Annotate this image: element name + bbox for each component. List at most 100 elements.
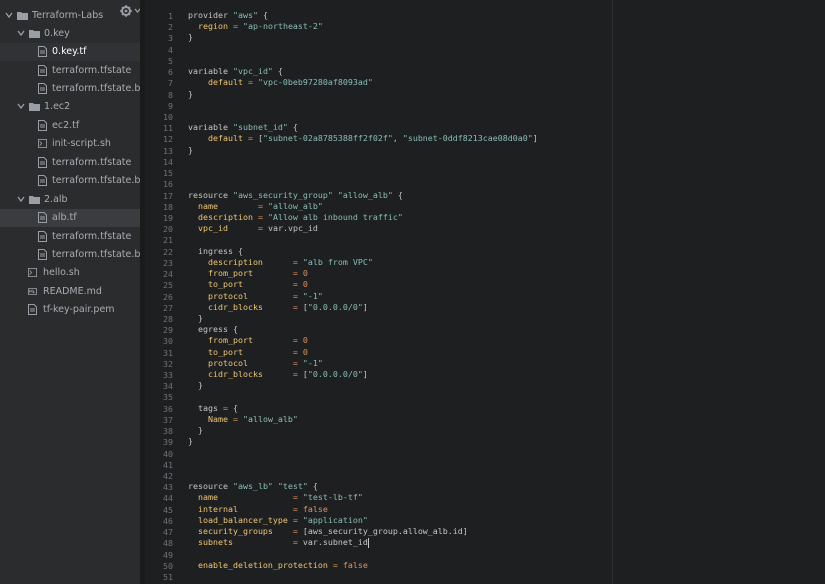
- tree-file[interactable]: terraform.tfstate: [0, 62, 140, 80]
- code-line[interactable]: protocol = "-1": [188, 358, 323, 369]
- code-line[interactable]: }: [188, 313, 203, 324]
- chevron-down-icon: [17, 30, 25, 37]
- line-number: 5: [168, 55, 173, 66]
- text-cursor: [368, 538, 369, 549]
- gear-icon[interactable]: [120, 4, 140, 18]
- line-number: 42: [163, 471, 173, 482]
- line-number: 21: [163, 235, 173, 246]
- line-number: 35: [163, 392, 173, 403]
- line-number: 11: [163, 123, 173, 134]
- line-number: 19: [163, 212, 173, 223]
- code-line[interactable]: default = ["subnet-02a8785388ff2f02f", "…: [188, 133, 538, 144]
- code-line[interactable]: variable "subnet_id" {: [188, 122, 298, 133]
- line-number: 29: [163, 325, 173, 336]
- code-line[interactable]: provider "aws" {: [188, 10, 268, 21]
- line-number: 17: [163, 190, 173, 201]
- line-number: 15: [163, 168, 173, 179]
- code-line[interactable]: enable_deletion_protection = false: [188, 560, 368, 571]
- line-number: 50: [163, 560, 173, 571]
- tree-item-label: README.md: [43, 286, 102, 297]
- code-line[interactable]: description = "Allow alb inbound traffic…: [188, 212, 403, 223]
- code-line[interactable]: to_port = 0: [188, 279, 308, 290]
- code-line[interactable]: protocol = "-1": [188, 291, 323, 302]
- code-line[interactable]: variable "vpc_id" {: [188, 66, 283, 77]
- tree-item-label: tf-key-pair.pem: [43, 304, 115, 315]
- tree-file[interactable]: terraform.tfstate.ba: [0, 172, 140, 190]
- line-number: 39: [163, 437, 173, 448]
- line-number: 46: [163, 515, 173, 526]
- line-number: 10: [163, 111, 173, 122]
- line-number: 9: [168, 100, 173, 111]
- code-line[interactable]: cidr_blocks = ["0.0.0.0/0"]: [188, 302, 368, 313]
- line-number: 45: [163, 504, 173, 515]
- tree-file[interactable]: init-script.sh: [0, 135, 140, 153]
- line-number: 3: [168, 33, 173, 44]
- code-line[interactable]: tags = {: [188, 403, 238, 414]
- tree-file-0key-tf[interactable]: 0.key.tf: [0, 43, 140, 61]
- code-line[interactable]: }: [188, 380, 203, 391]
- code-line[interactable]: subnets = var.subnet_id: [188, 537, 368, 548]
- code-line[interactable]: }: [188, 145, 193, 156]
- tree-item-label: terraform.tfstate: [52, 65, 132, 76]
- tree-folder-2alb[interactable]: 2.alb: [0, 191, 140, 209]
- code-line[interactable]: }: [188, 89, 193, 100]
- code-editor[interactable]: 1 2 3 4 5 6 7 8 9 10 11 12 13 14 15 16 17 18 19 20 21 22 23 24 2…: [145, 0, 825, 584]
- code-line[interactable]: Name = "allow_alb": [188, 414, 298, 425]
- code-line[interactable]: security_groups = [aws_security_group.al…: [188, 526, 468, 537]
- line-number-gutter: 1 2 3 4 5 6 7 8 9 10 11 12 13 14 15 16 17 18 19 20 21 22 23 24 2…: [145, 0, 177, 584]
- code-line[interactable]: region = "ap-northeast-2": [188, 21, 323, 32]
- code-line[interactable]: internal = false: [188, 504, 328, 515]
- folder-icon: [29, 196, 40, 204]
- code-line[interactable]: }: [188, 436, 193, 447]
- line-number: 16: [163, 179, 173, 190]
- code-line[interactable]: default = "vpc-0beb97280af8093ad": [188, 77, 373, 88]
- line-number: 36: [163, 403, 173, 414]
- code-line[interactable]: load_balancer_type = "application": [188, 515, 368, 526]
- code-line[interactable]: resource "aws_lb" "test" {: [188, 481, 318, 492]
- line-number: 7: [168, 78, 173, 89]
- chevron-down-icon: [17, 196, 25, 203]
- tree-item-label: hello.sh: [43, 267, 80, 278]
- code-line[interactable]: ingress {: [188, 246, 243, 257]
- tree-file-alb-tf[interactable]: alb.tf: [0, 209, 140, 227]
- terminal-icon: [28, 268, 37, 277]
- code-line[interactable]: description = "alb from VPC": [188, 257, 373, 268]
- tree-item-label: 0.key: [44, 28, 70, 39]
- file-icon: [38, 65, 47, 76]
- file-icon: [38, 157, 47, 168]
- tree-file[interactable]: hello.sh: [0, 264, 140, 282]
- tree-file[interactable]: terraform.tfstate: [0, 154, 140, 172]
- tree-folder-0key[interactable]: 0.key: [0, 25, 140, 43]
- line-number: 13: [163, 145, 173, 156]
- code-line[interactable]: resource "aws_security_group" "allow_alb…: [188, 190, 403, 201]
- code-line[interactable]: to_port = 0: [188, 347, 308, 358]
- line-number: 28: [163, 313, 173, 324]
- code-line[interactable]: }: [188, 425, 203, 436]
- code-line[interactable]: from_port = 0: [188, 268, 308, 279]
- wrap-guide: [612, 0, 613, 584]
- tree-file[interactable]: terraform.tfstate: [0, 228, 140, 246]
- tree-file[interactable]: ec2.tf: [0, 117, 140, 135]
- line-number: 33: [163, 370, 173, 381]
- code-line[interactable]: cidr_blocks = ["0.0.0.0/0"]: [188, 369, 368, 380]
- line-number: 38: [163, 426, 173, 437]
- line-number: 1: [168, 11, 173, 21]
- file-tree-panel: Terraform-Labs 0.key 0.key.tf terraform.…: [0, 0, 140, 584]
- tree-file[interactable]: tf-key-pair.pem: [0, 301, 140, 319]
- tree-folder-1ec2[interactable]: 1.ec2: [0, 98, 140, 116]
- file-icon: [38, 83, 47, 94]
- tree-file[interactable]: terraform.tfstate.ba: [0, 246, 140, 264]
- tree-item-label: 0.key.tf: [52, 46, 87, 57]
- tree-file[interactable]: terraform.tfstate.ba: [0, 80, 140, 98]
- tree-root[interactable]: Terraform-Labs: [0, 7, 140, 25]
- code-line[interactable]: name = "allow_alb": [188, 201, 323, 212]
- code-line[interactable]: vpc_id = var.vpc_id: [188, 223, 318, 234]
- line-number: 4: [168, 44, 173, 55]
- code-line[interactable]: name = "test-lb-tf": [188, 492, 363, 503]
- code-line[interactable]: }: [188, 32, 193, 43]
- line-number: 47: [163, 527, 173, 538]
- file-icon: [38, 46, 47, 57]
- tree-file[interactable]: README.md: [0, 283, 140, 301]
- code-line[interactable]: egress {: [188, 324, 238, 335]
- code-line[interactable]: from_port = 0: [188, 335, 308, 346]
